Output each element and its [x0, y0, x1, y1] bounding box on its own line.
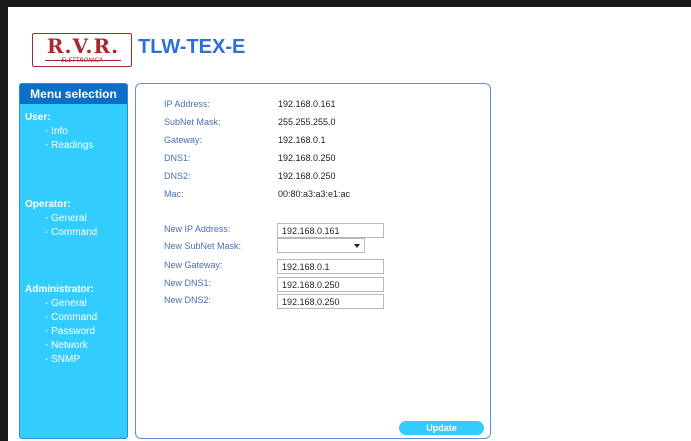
menu-item-admin-password[interactable]: Password	[45, 326, 95, 337]
new-dns2-label: New DNS2:	[164, 295, 212, 305]
subnet-mask-label: SubNet Mask:	[164, 117, 221, 127]
menu-item-admin-command[interactable]: Command	[45, 312, 97, 323]
menu-sidebar: Menu selection User: Info Readings Opera…	[19, 83, 128, 439]
gateway-label: Gateway:	[164, 135, 203, 145]
menu-title: Menu selection	[20, 84, 127, 104]
menu-item-admin-snmp[interactable]: SNMP	[45, 354, 80, 365]
menu-item-operator-command[interactable]: Command	[45, 227, 97, 238]
chevron-down-icon	[354, 244, 360, 248]
mac-value: 00:80:a3:a3:e1:ac	[278, 189, 351, 199]
menu-item-admin-network[interactable]: Network	[45, 340, 88, 351]
new-gateway-label: New Gateway:	[164, 260, 223, 270]
new-dns2-input[interactable]: 192.168.0.250	[277, 294, 384, 309]
gateway-value: 192.168.0.1	[278, 135, 326, 145]
left-border	[0, 7, 8, 441]
new-gateway-input[interactable]: 192.168.0.1	[277, 259, 384, 274]
dns1-value: 192.168.0.250	[278, 153, 336, 163]
new-subnet-select[interactable]	[277, 238, 365, 253]
rvr-logo: R.V.R. ELETTRONICA	[32, 33, 132, 67]
ip-address-label: IP Address:	[164, 99, 210, 109]
new-dns1-label: New DNS1:	[164, 278, 212, 288]
dns2-label: DNS2:	[164, 171, 191, 181]
menu-heading-administrator: Administrator:	[25, 284, 94, 295]
new-subnet-label: New SubNet Mask:	[164, 241, 242, 251]
menu-item-admin-general[interactable]: General	[45, 298, 87, 309]
menu-heading-user: User:	[25, 112, 51, 123]
mac-label: Mac:	[164, 189, 184, 199]
dns2-value: 192.168.0.250	[278, 171, 336, 181]
subnet-mask-value: 255.255.255.0	[278, 117, 336, 127]
ip-address-value: 192.168.0.161	[278, 99, 336, 109]
device-title: TLW-TEX-E	[138, 36, 246, 58]
new-dns1-input[interactable]: 192.168.0.250	[277, 277, 384, 292]
menu-heading-operator: Operator:	[25, 199, 71, 210]
menu-item-operator-general[interactable]: General	[45, 213, 87, 224]
top-border	[0, 0, 691, 7]
network-panel: IP Address: 192.168.0.161 SubNet Mask: 2…	[135, 83, 491, 439]
menu-item-user-readings[interactable]: Readings	[45, 140, 93, 151]
logo-subtext: ELETTRONICA	[61, 57, 103, 64]
update-button[interactable]: Update	[399, 421, 484, 435]
logo-text: R.V.R.	[46, 34, 120, 58]
new-ip-input[interactable]: 192.168.0.161	[277, 223, 384, 238]
menu-item-user-info[interactable]: Info	[45, 126, 68, 137]
new-ip-label: New IP Address:	[164, 224, 231, 234]
dns1-label: DNS1:	[164, 153, 191, 163]
